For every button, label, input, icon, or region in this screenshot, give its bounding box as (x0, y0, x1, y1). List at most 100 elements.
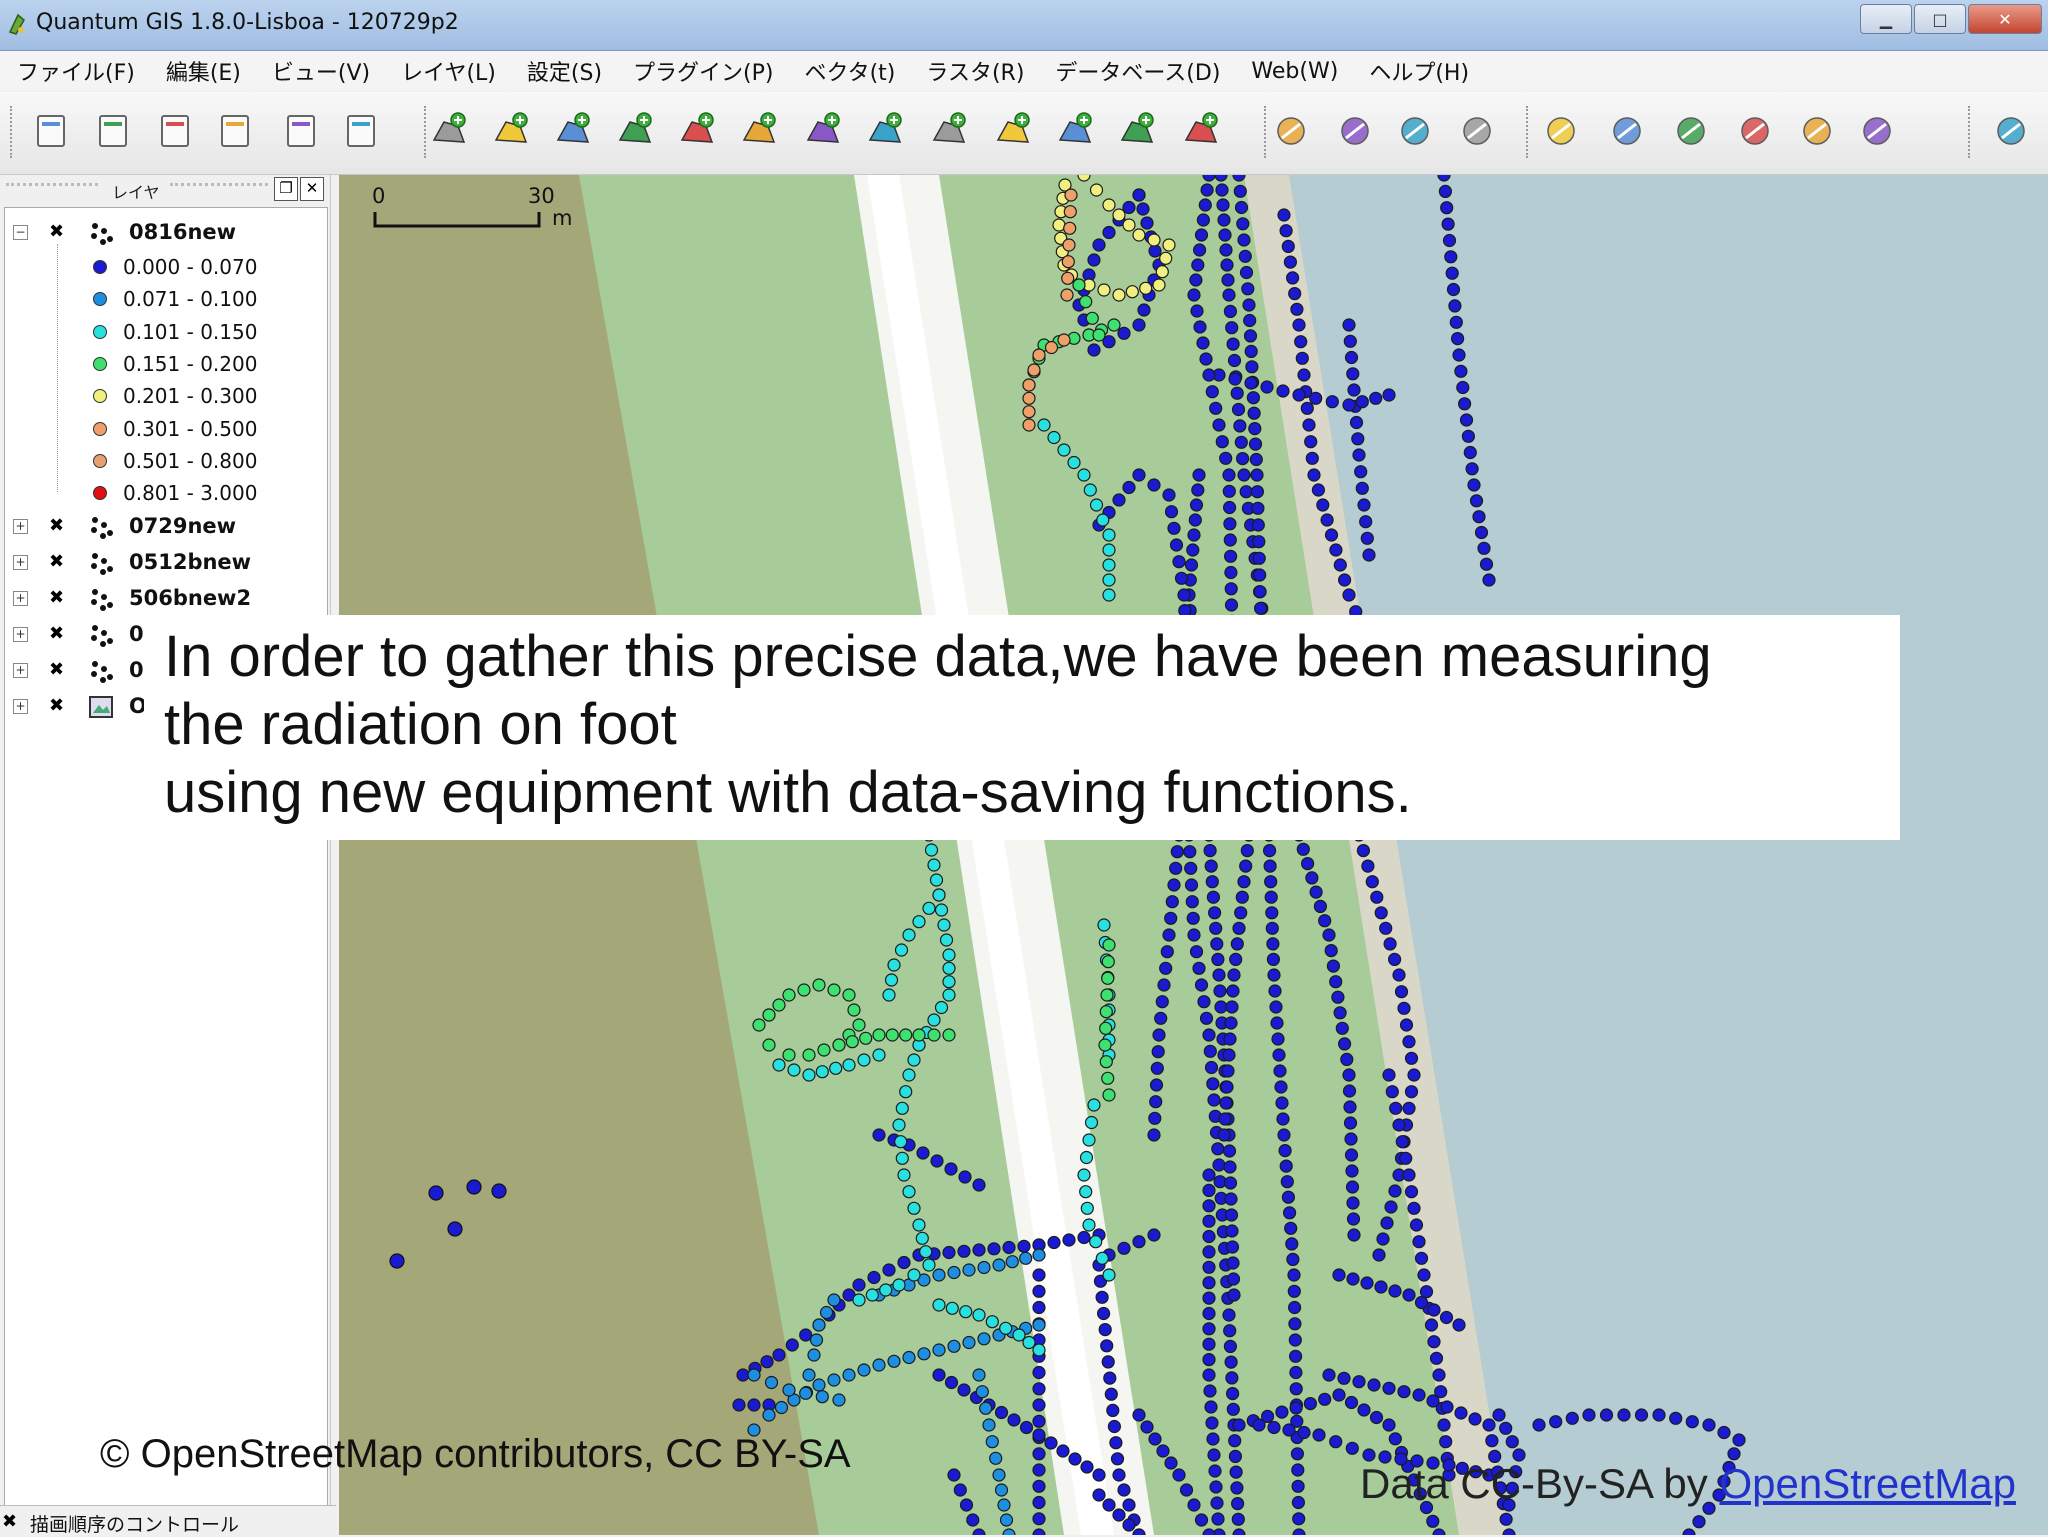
measurement-point (1289, 1382, 1303, 1396)
openlayers-icon (1997, 117, 2025, 145)
add-wfs-layer-button[interactable] (802, 110, 844, 152)
add-postgis-layer-button[interactable] (552, 110, 594, 152)
class-range-label: 0.151 - 0.200 (123, 351, 258, 376)
layer-row-0[interactable]: − ✖ 0816new (5, 216, 327, 248)
move-label-button[interactable] (1334, 110, 1376, 152)
menu-file[interactable]: ファイル(F) (0, 55, 149, 87)
measurement-point (1384, 1200, 1398, 1214)
layer-visibility-checkbox[interactable]: ✖ (49, 661, 67, 679)
measurement-point (1382, 1418, 1396, 1432)
add-vector-layer-button[interactable] (428, 110, 470, 152)
raster-terrain-button[interactable] (1606, 110, 1648, 152)
panel-grip-right[interactable] (170, 183, 268, 194)
layer-visibility-checkbox[interactable]: ✖ (49, 517, 67, 535)
measurement-point (1102, 573, 1116, 587)
layer-row-1[interactable]: + ✖ 0729new (5, 510, 327, 542)
toolbar-grip[interactable] (10, 106, 16, 158)
add-delimited-text-button[interactable] (992, 110, 1034, 152)
rotate-label-button[interactable] (1394, 110, 1436, 152)
georeferencer-button[interactable] (1540, 110, 1582, 152)
layer-expander[interactable]: + (13, 591, 28, 607)
layer-row-3[interactable]: + ✖ 506bnew2 (5, 582, 327, 614)
layer-expander[interactable]: + (13, 627, 28, 643)
measurement-point (1186, 911, 1200, 925)
measurement-point (1245, 360, 1259, 374)
toolbar-grip[interactable] (1968, 106, 1974, 158)
layer-expander[interactable]: + (13, 519, 28, 535)
measurement-point (802, 1048, 816, 1062)
close-panel-button[interactable]: ✕ (300, 177, 324, 201)
menu-settings[interactable]: 設定(S) (510, 55, 616, 87)
measurement-point (1057, 443, 1071, 457)
measurement-point (947, 1265, 961, 1280)
add-csv-button[interactable] (1180, 110, 1222, 152)
add-gps-layer-button[interactable] (1054, 110, 1096, 152)
measurement-point (1218, 228, 1232, 242)
toolbar-grip[interactable] (1526, 106, 1532, 158)
new-project-button[interactable] (30, 110, 72, 152)
change-label-button[interactable] (1456, 110, 1498, 152)
maximize-button[interactable]: □ (1914, 4, 1966, 34)
layers-panel-title: レイヤ (112, 183, 160, 202)
menu-database[interactable]: データベース(D) (1038, 55, 1234, 87)
openstreetmap-link[interactable]: OpenStreetMap (1719, 1460, 2016, 1507)
panel-grip[interactable] (6, 183, 98, 194)
layer-expander[interactable]: − (13, 225, 28, 240)
measurement-point (1287, 1268, 1301, 1282)
menu-raster[interactable]: ラスタ(R) (909, 55, 1038, 87)
measurement-point (1202, 1352, 1216, 1367)
openlayers-button[interactable] (1990, 110, 2032, 152)
raster-calc-button[interactable] (1796, 110, 1838, 152)
save-as-button[interactable] (214, 110, 256, 152)
menu-vector[interactable]: ベクタ(t) (787, 55, 909, 87)
measurement-point (917, 1347, 931, 1361)
float-panel-button[interactable]: ❐ (274, 177, 298, 201)
remove-layer-button[interactable] (928, 110, 970, 152)
add-wms-layer-button[interactable] (738, 110, 780, 152)
menu-view[interactable]: ビュー(V) (255, 55, 384, 87)
menu-help[interactable]: ヘルプ(H) (1352, 55, 1483, 87)
measurement-point (1307, 468, 1321, 482)
label-button[interactable] (1270, 110, 1312, 152)
save-project-button[interactable] (154, 110, 196, 152)
add-raster-layer-button[interactable] (490, 110, 532, 152)
add-spatialite-layer-button[interactable] (614, 110, 656, 152)
layer-visibility-checkbox[interactable]: ✖ (49, 589, 67, 607)
measurement-point (1345, 1164, 1359, 1178)
measurement-point (1212, 968, 1226, 982)
print-button[interactable] (340, 110, 382, 152)
menu-layer[interactable]: レイヤ(L) (384, 55, 510, 87)
menu-edit[interactable]: 編集(E) (149, 55, 255, 87)
measurement-point (1202, 368, 1216, 382)
layer-visibility-checkbox[interactable]: ✖ (49, 697, 67, 715)
add-db-layer-button[interactable] (1116, 110, 1158, 152)
heatmap-button[interactable] (1734, 110, 1776, 152)
menu-web[interactable]: Web(W) (1234, 59, 1352, 84)
layer-visibility-checkbox[interactable]: ✖ (49, 553, 67, 571)
measurement-point (1102, 1088, 1116, 1102)
add-mssql-layer-button[interactable] (676, 110, 718, 152)
layer-expander[interactable]: + (13, 663, 28, 679)
new-shapefile-button[interactable] (864, 110, 906, 152)
layer-row-2[interactable]: + ✖ 0512bnew (5, 546, 327, 578)
measurement-point (1344, 1148, 1359, 1162)
close-button[interactable]: ✕ (1968, 4, 2042, 34)
layer-expander[interactable]: + (13, 699, 28, 715)
menu-plugins[interactable]: プラグイン(P) (616, 55, 787, 87)
minimize-button[interactable]: ▁ (1860, 4, 1912, 34)
measurement-point (1187, 1498, 1201, 1512)
measurement-point (999, 1513, 1014, 1527)
open-project-button[interactable] (92, 110, 134, 152)
measurement-point (1032, 1512, 1046, 1526)
print-composer-button[interactable] (280, 110, 322, 152)
measurement-point (1177, 588, 1191, 602)
map-canvas[interactable] (339, 175, 2048, 1535)
layer-visibility-checkbox[interactable]: ✖ (49, 625, 67, 643)
layer-expander[interactable]: + (13, 555, 28, 571)
render-order-checkbox[interactable]: ✖ (2, 1511, 17, 1532)
measurement-point (1265, 921, 1279, 935)
field-calc-button[interactable] (1856, 110, 1898, 152)
globe-button[interactable] (1670, 110, 1712, 152)
layer-visibility-checkbox[interactable]: ✖ (49, 223, 67, 241)
class-color-swatch (93, 260, 107, 274)
